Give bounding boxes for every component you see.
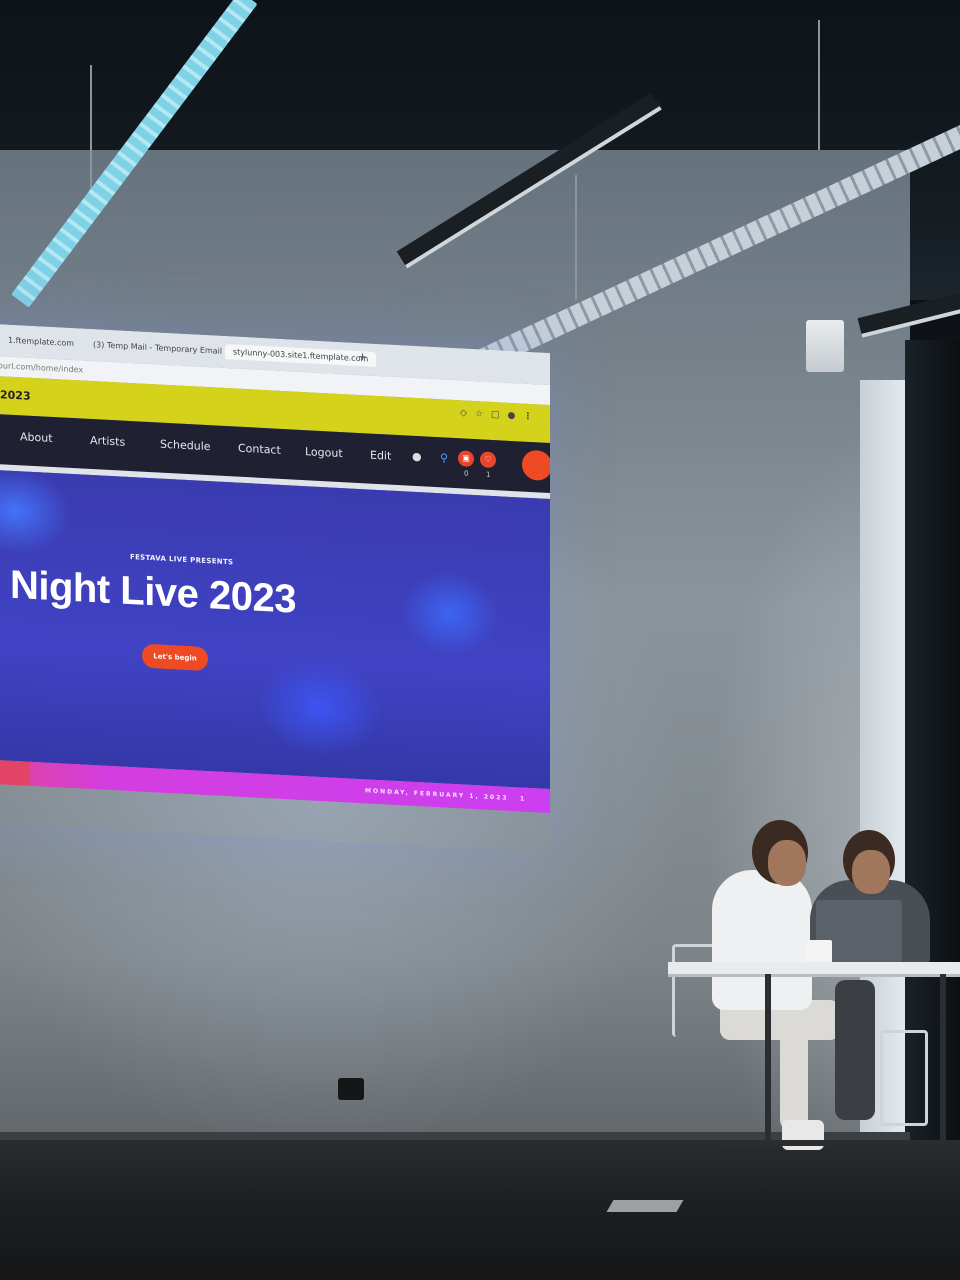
chair xyxy=(880,1030,928,1126)
hero-title: Night Live 2023 xyxy=(10,562,296,622)
presenter-shirt xyxy=(712,870,812,1010)
new-tab-icon: + xyxy=(358,349,368,364)
nav-contact: Contact xyxy=(238,441,281,457)
user-icon: ● xyxy=(412,449,422,464)
nav-about: About xyxy=(20,430,53,445)
event-date: MONDAY, FEBRUARY 1, 2023 xyxy=(365,787,509,802)
table-base xyxy=(718,1140,828,1146)
hanging-wire xyxy=(575,175,577,300)
cart-icon: ▣ xyxy=(458,450,474,468)
search-icon: ⚲ xyxy=(440,451,449,465)
heart-icon: ♡ xyxy=(480,451,496,469)
floor-paper xyxy=(606,1200,684,1212)
hero-cta-button: Let's begin xyxy=(142,643,208,672)
wishlist-count: 1 xyxy=(486,470,491,479)
wall-speaker xyxy=(806,320,844,372)
photo-scene: 1.ftemplate.com (3) Temp Mail - Temporar… xyxy=(0,0,960,1280)
browser-toolbar-icons: ◇☆□●⋮ xyxy=(460,408,541,423)
presenter-face xyxy=(852,850,890,894)
date-bar-number: 1 xyxy=(520,795,527,803)
hero-eyebrow: FESTAVA LIVE PRESENTS xyxy=(130,553,234,567)
nav-schedule: Schedule xyxy=(160,437,211,454)
nav-artists: Artists xyxy=(90,433,126,449)
projected-website: 1.ftemplate.com (3) Temp Mail - Temporar… xyxy=(0,320,550,853)
ticket-button xyxy=(522,449,550,482)
nav-logout: Logout xyxy=(305,445,343,461)
presenter-legs xyxy=(835,980,875,1120)
site-brand: 2023 xyxy=(0,388,31,403)
url-text: ourl.com/home/index xyxy=(0,361,84,375)
floor xyxy=(0,1140,960,1280)
hero-section: FESTAVA LIVE PRESENTS Night Live 2023 Le… xyxy=(0,466,550,790)
table-leg xyxy=(940,974,946,1144)
presenter-leg xyxy=(780,1020,808,1130)
wall-outlet xyxy=(338,1078,364,1100)
cart-count: 0 xyxy=(464,469,469,478)
presenter-face xyxy=(768,840,806,886)
table-leg xyxy=(765,974,771,1144)
browser-tab: 1.ftemplate.com xyxy=(8,335,75,349)
browser-tab: (3) Temp Mail - Temporary Email xyxy=(93,340,223,356)
table-top xyxy=(668,962,960,974)
hanging-wire xyxy=(818,20,820,150)
nav-edit: Edit xyxy=(370,448,392,463)
